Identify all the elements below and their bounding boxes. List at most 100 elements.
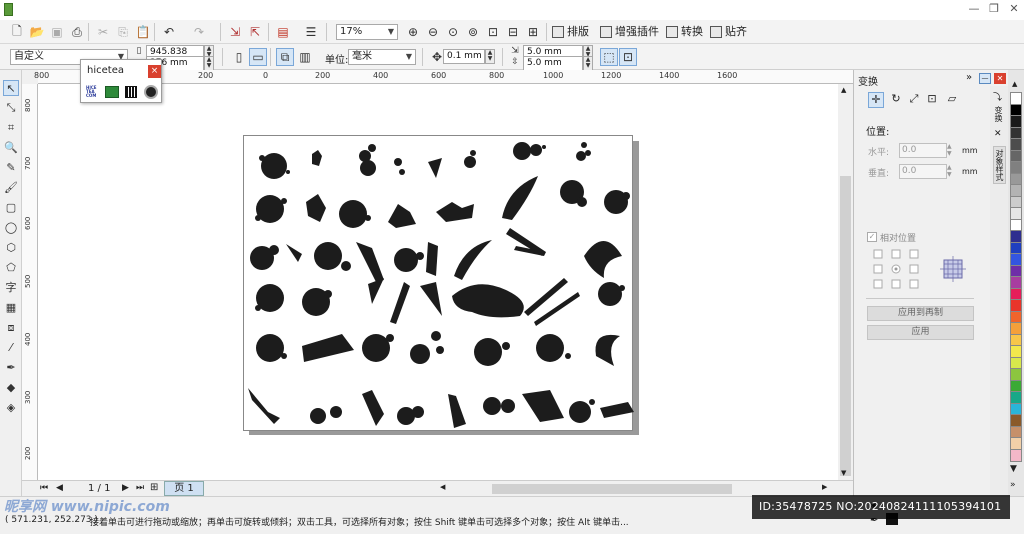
palette-swatch[interactable] (1010, 448, 1022, 462)
ink-splatter-artwork[interactable] (244, 136, 634, 432)
convert-button[interactable]: 转换 (666, 23, 703, 41)
hicetea-logo-icon[interactable]: HICE TEA COM (86, 86, 100, 98)
palette-up-icon[interactable]: ▲ (1012, 80, 1017, 88)
freehand-tool-icon[interactable]: ✎ (3, 160, 19, 176)
dup-y-stepper[interactable]: ▲ ▼ (583, 56, 593, 71)
palette-down-icon[interactable]: ▼ (1010, 464, 1017, 474)
anchor-grid[interactable] (872, 248, 920, 290)
document-page[interactable] (243, 135, 634, 432)
docker-close-icon[interactable]: ✕ (994, 73, 1006, 84)
zoom-select[interactable]: 17% ▼ (336, 24, 398, 40)
restore-button[interactable]: ❐ (984, 2, 1004, 18)
height-stepper[interactable]: ▲ ▼ (204, 56, 214, 71)
last-page-icon[interactable]: ⏭ (136, 483, 144, 493)
current-page-icon[interactable]: ▥ (296, 48, 314, 66)
text-tool-icon[interactable]: 字 (3, 280, 19, 296)
relative-position-checkbox[interactable]: ✓ (867, 232, 877, 242)
interactive-fill-icon[interactable]: ◈ (3, 400, 19, 416)
tab-transform[interactable]: 变换 (993, 106, 1004, 122)
basic-shapes-icon[interactable]: ⬠ (3, 260, 19, 276)
paste-icon[interactable]: 📋 (134, 23, 152, 41)
unit-select[interactable]: 毫米 ▼ (348, 49, 416, 65)
scale-icon[interactable]: ⤢ (906, 92, 922, 108)
print-icon[interactable]: ⎙ (68, 23, 86, 41)
tab-object-style[interactable]: 对象样式 (993, 146, 1006, 184)
vertical-scrollbar[interactable]: ▲ ▼ (838, 84, 853, 480)
zoom-tool-icon[interactable]: 🔍 (3, 140, 19, 156)
page-border-icon[interactable]: ⊡ (619, 48, 637, 66)
zoom-in-icon[interactable]: ⊕ (404, 23, 422, 41)
tab-scroll-up-icon[interactable]: ⤵ (993, 90, 1002, 103)
import-icon[interactable]: ⇲ (226, 23, 244, 41)
apply-to-duplicate-button[interactable]: 应用到再制 (867, 306, 974, 321)
docker-expand-icon[interactable]: » (966, 72, 972, 83)
zoom-width-icon[interactable]: ⊟ (504, 23, 522, 41)
app-launcher-icon[interactable]: ☰ (302, 23, 320, 41)
rotate-icon[interactable]: ↻ (888, 92, 904, 108)
add-page-icon[interactable]: ⊞ (150, 482, 158, 493)
zoom-height-icon[interactable]: ⊞ (524, 23, 542, 41)
palette-expand-icon[interactable]: » (1010, 480, 1016, 490)
shape-tool-icon[interactable]: ⤡ (3, 100, 19, 116)
position-icon[interactable]: ✛ (868, 92, 884, 108)
popup-close-button[interactable]: × (148, 65, 161, 78)
pick-tool-icon[interactable]: ↖ (3, 80, 19, 96)
skew-icon[interactable]: ▱ (944, 92, 960, 108)
artistic-media-icon[interactable]: 🖌 (3, 180, 19, 196)
first-page-icon[interactable]: ⏮ (40, 483, 48, 493)
copy-icon[interactable]: ⎘ (114, 23, 132, 41)
save-icon[interactable]: ▣ (48, 23, 66, 41)
open-icon[interactable]: 📂 (28, 23, 46, 41)
landscape-icon[interactable]: ▭ (249, 48, 267, 66)
redo-icon[interactable]: ↷ (190, 23, 208, 41)
horizontal-stepper[interactable]: ▲ ▼ (947, 143, 955, 158)
vertical-stepper[interactable]: ▲ ▼ (947, 164, 955, 179)
outline-pen-icon[interactable]: ✒ (3, 360, 19, 376)
blend-tool-icon[interactable]: ⧈ (3, 320, 19, 336)
prev-page-icon[interactable]: ◀ (56, 483, 63, 493)
zoom-selected-icon[interactable]: ⊙ (444, 23, 462, 41)
scroll-down-icon[interactable]: ▼ (841, 469, 846, 477)
nudge-stepper[interactable]: ▲ ▼ (485, 49, 495, 64)
crop-tool-icon[interactable]: ⌗ (3, 120, 19, 136)
scroll-left-icon[interactable]: ◀ (440, 483, 445, 491)
zoom-all-icon[interactable]: ⊚ (464, 23, 482, 41)
treat-as-filled-icon[interactable]: ⬚ (600, 48, 618, 66)
polygon-tool-icon[interactable]: ⬡ (3, 240, 19, 256)
zoom-page-icon[interactable]: ⊡ (484, 23, 502, 41)
close-button[interactable]: ✕ (1004, 2, 1024, 18)
plugins-button[interactable]: 增强插件 (600, 23, 659, 41)
fill-tool-icon[interactable]: ◆ (3, 380, 19, 396)
cut-icon[interactable]: ✂ (94, 23, 112, 41)
tab-close-icon[interactable]: ✕ (994, 129, 1002, 139)
snap-button[interactable]: 贴齐 (710, 23, 747, 41)
rectangle-tool-icon[interactable]: ▢ (3, 200, 19, 216)
export-icon[interactable]: ⇱ (246, 23, 264, 41)
all-pages-icon[interactable]: ⧉ (276, 48, 294, 66)
scroll-thumb[interactable] (840, 176, 851, 476)
table-tool-icon[interactable]: ▦ (3, 300, 19, 316)
publish-pdf-icon[interactable]: ▤ (274, 23, 292, 41)
plugin-tool-icon[interactable] (105, 86, 119, 98)
vertical-input[interactable]: 0.0 (899, 164, 947, 179)
horizontal-scroll-thumb[interactable] (492, 484, 732, 494)
layout-button[interactable]: 排版 (552, 23, 589, 41)
apply-button[interactable]: 应用 (867, 325, 974, 340)
page-tab[interactable]: 页 1 (164, 481, 204, 496)
qrcode-icon[interactable] (125, 86, 137, 98)
size-icon[interactable]: ⊡ (924, 92, 940, 108)
eyedropper-icon[interactable]: ⁄ (3, 340, 19, 356)
minimize-button[interactable]: — (964, 2, 984, 18)
scroll-right-icon[interactable]: ▶ (822, 483, 827, 491)
ellipse-tool-icon[interactable]: ◯ (3, 220, 19, 236)
docker-minimize-icon[interactable]: — (979, 73, 991, 84)
next-page-icon[interactable]: ▶ (122, 483, 129, 493)
record-icon[interactable] (144, 85, 158, 99)
duplicate-y-field[interactable]: 5.0 mm (523, 56, 583, 71)
zoom-out-icon[interactable]: ⊖ (424, 23, 442, 41)
scroll-up-icon[interactable]: ▲ (841, 86, 846, 94)
nudge-field[interactable]: 0.1 mm (443, 49, 485, 64)
portrait-icon[interactable]: ▯ (230, 48, 248, 66)
horizontal-input[interactable]: 0.0 (899, 143, 947, 158)
undo-icon[interactable]: ↶ (160, 23, 178, 41)
